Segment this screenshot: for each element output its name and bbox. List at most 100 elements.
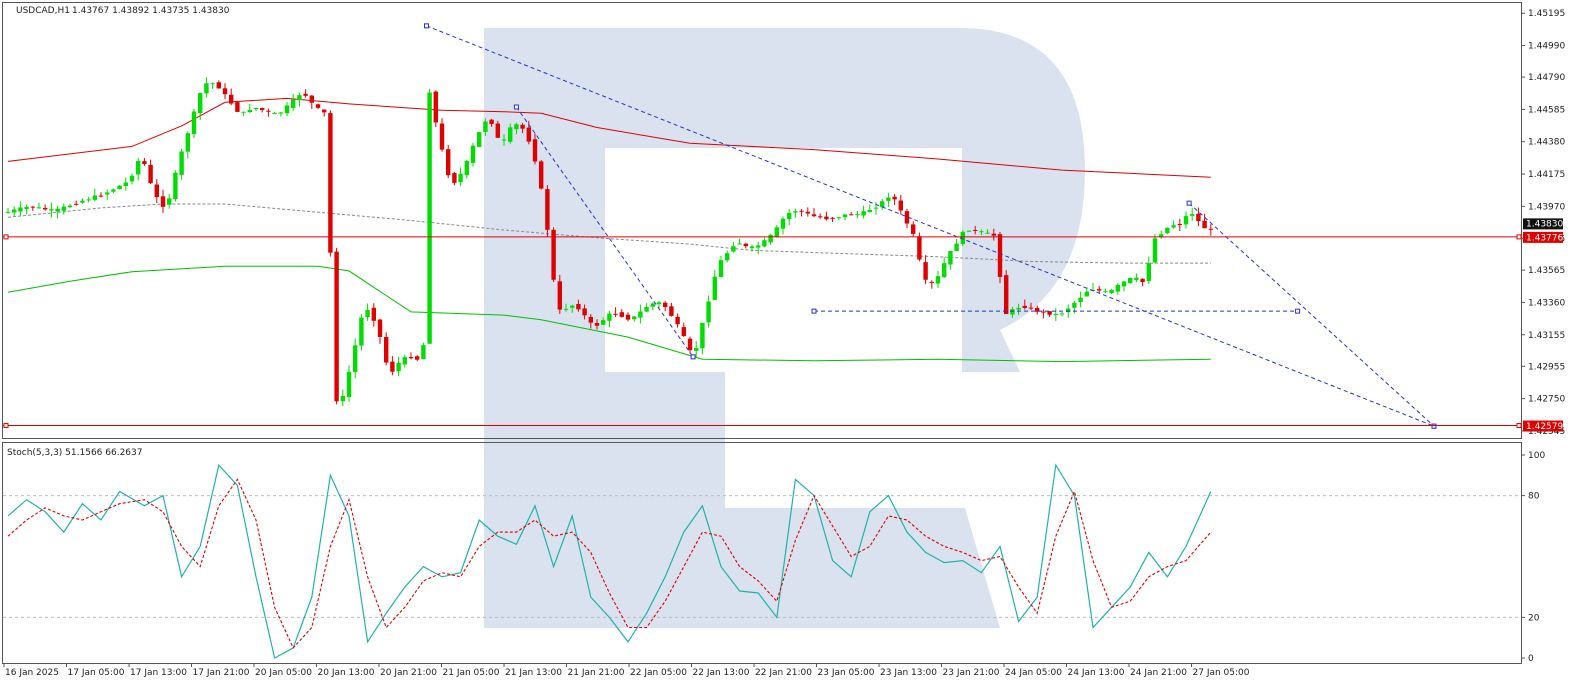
candle-body: [80, 200, 85, 203]
chart-header-symbol: USDCAD,H1: [16, 6, 70, 16]
time-tick-label: 21 Jan 21:00: [568, 668, 625, 678]
usdcad-chart: 1.45195 1.44990 1.44790 1.44585 1.44380 1.441…: [2, 2, 1565, 678]
candle-body: [495, 123, 500, 138]
candle-body: [880, 201, 885, 208]
candle-body: [105, 192, 110, 195]
candle-body: [30, 206, 35, 208]
candle-body: [142, 161, 147, 165]
candle-body: [687, 338, 693, 351]
candle-body: [1078, 297, 1083, 303]
candle-body: [756, 245, 761, 248]
candle-body: [1208, 228, 1213, 230]
time-tick-label: 22 Jan 05:00: [630, 668, 687, 678]
level-anchor-right: [1516, 423, 1522, 429]
candle-body: [1109, 289, 1114, 293]
stoch-indicator-label: Stoch(5,3,3) 51.1566 66.2637: [7, 448, 142, 458]
candle-body: [780, 218, 786, 229]
candle-body: [36, 207, 42, 209]
price-tick-label: 1.44380: [1528, 138, 1565, 148]
candle-body: [1183, 216, 1189, 225]
candle-body: [12, 209, 17, 213]
candle-body: [539, 161, 544, 189]
candle-body: [1047, 311, 1052, 315]
stoch-tick-label: 80: [1528, 492, 1540, 502]
level-anchor-left: [3, 234, 9, 240]
price-tick-label: 1.43155: [1528, 331, 1565, 341]
candle-body: [446, 149, 451, 176]
candle-body: [216, 82, 221, 89]
price-tick-label: 1.43360: [1528, 298, 1565, 308]
candle-body: [520, 124, 525, 129]
candle-body: [1202, 220, 1207, 229]
candle-body: [594, 323, 600, 326]
candle-body: [204, 83, 209, 94]
candle-body: [725, 253, 730, 261]
current-price-label: 1.43830: [1526, 219, 1563, 229]
time-tick-label: 23 Jan 13:00: [880, 668, 937, 678]
candle-body: [892, 196, 897, 200]
candle-body: [557, 281, 562, 310]
candle-body: [650, 303, 655, 307]
candle-body: [830, 217, 835, 219]
time-tick-label: 17 Jan 13:00: [130, 668, 187, 678]
candle-body: [346, 371, 352, 398]
candle-body: [1097, 289, 1102, 291]
candle-body: [266, 110, 271, 112]
candle-body: [576, 304, 581, 310]
candle-body: [67, 205, 73, 208]
candle-body: [1128, 277, 1133, 283]
candle-body: [1140, 278, 1145, 282]
candle-body: [408, 357, 414, 359]
candle-body: [1059, 313, 1065, 315]
candle-body: [1072, 302, 1077, 308]
candle-body: [985, 232, 990, 234]
price-tick-label: 1.42955: [1528, 362, 1565, 372]
candle-body: [700, 322, 705, 349]
candle-body: [284, 105, 290, 114]
candle-body: [421, 345, 426, 360]
candle-body: [935, 276, 941, 284]
candle-body: [867, 210, 872, 213]
candle-body: [743, 243, 748, 247]
candle-body: [477, 132, 482, 147]
candle-body: [222, 88, 228, 95]
candle-body: [427, 92, 432, 344]
price-tick-label: 1.43970: [1528, 202, 1565, 212]
trend-anchor: [1186, 200, 1192, 206]
time-tick-label: 21 Jan 05:00: [443, 668, 500, 678]
candle-body: [173, 172, 178, 199]
candle-body: [991, 233, 996, 236]
candle-body: [532, 139, 538, 162]
candle-body: [253, 107, 259, 110]
candle-body: [61, 206, 66, 211]
time-tick-label: 27 Jan 05:00: [1193, 668, 1250, 678]
time-tick-label: 20 Jan 21:00: [380, 668, 437, 678]
candle-body: [997, 234, 1003, 277]
candle-body: [1022, 305, 1027, 308]
candle-body: [501, 139, 507, 141]
candle-body: [799, 210, 804, 212]
price-tick-label: 1.45195: [1528, 9, 1565, 19]
candle-body: [570, 305, 575, 308]
candle-body: [340, 395, 345, 402]
candle-body: [334, 251, 339, 402]
candle-body: [898, 200, 903, 211]
candle-body: [632, 316, 637, 320]
candle-body: [278, 112, 283, 114]
candle-body: [774, 227, 779, 237]
trend-anchor: [424, 23, 429, 29]
candle-body: [811, 214, 817, 217]
candle-body: [390, 361, 395, 372]
candle-body: [929, 281, 934, 283]
candle-body: [1053, 314, 1058, 316]
candle-body: [1103, 291, 1108, 293]
candle-body: [855, 214, 860, 216]
candle-body: [973, 229, 978, 231]
candle-body: [1190, 214, 1195, 216]
time-tick-label: 20 Jan 13:00: [318, 668, 375, 678]
candle-body: [489, 119, 494, 124]
candle-body: [384, 336, 389, 363]
candle-body: [470, 145, 476, 163]
candle-body: [1177, 224, 1182, 226]
chart-root: 1.45195 1.44990 1.44790 1.44585 1.44380 1.441…: [0, 0, 1594, 694]
